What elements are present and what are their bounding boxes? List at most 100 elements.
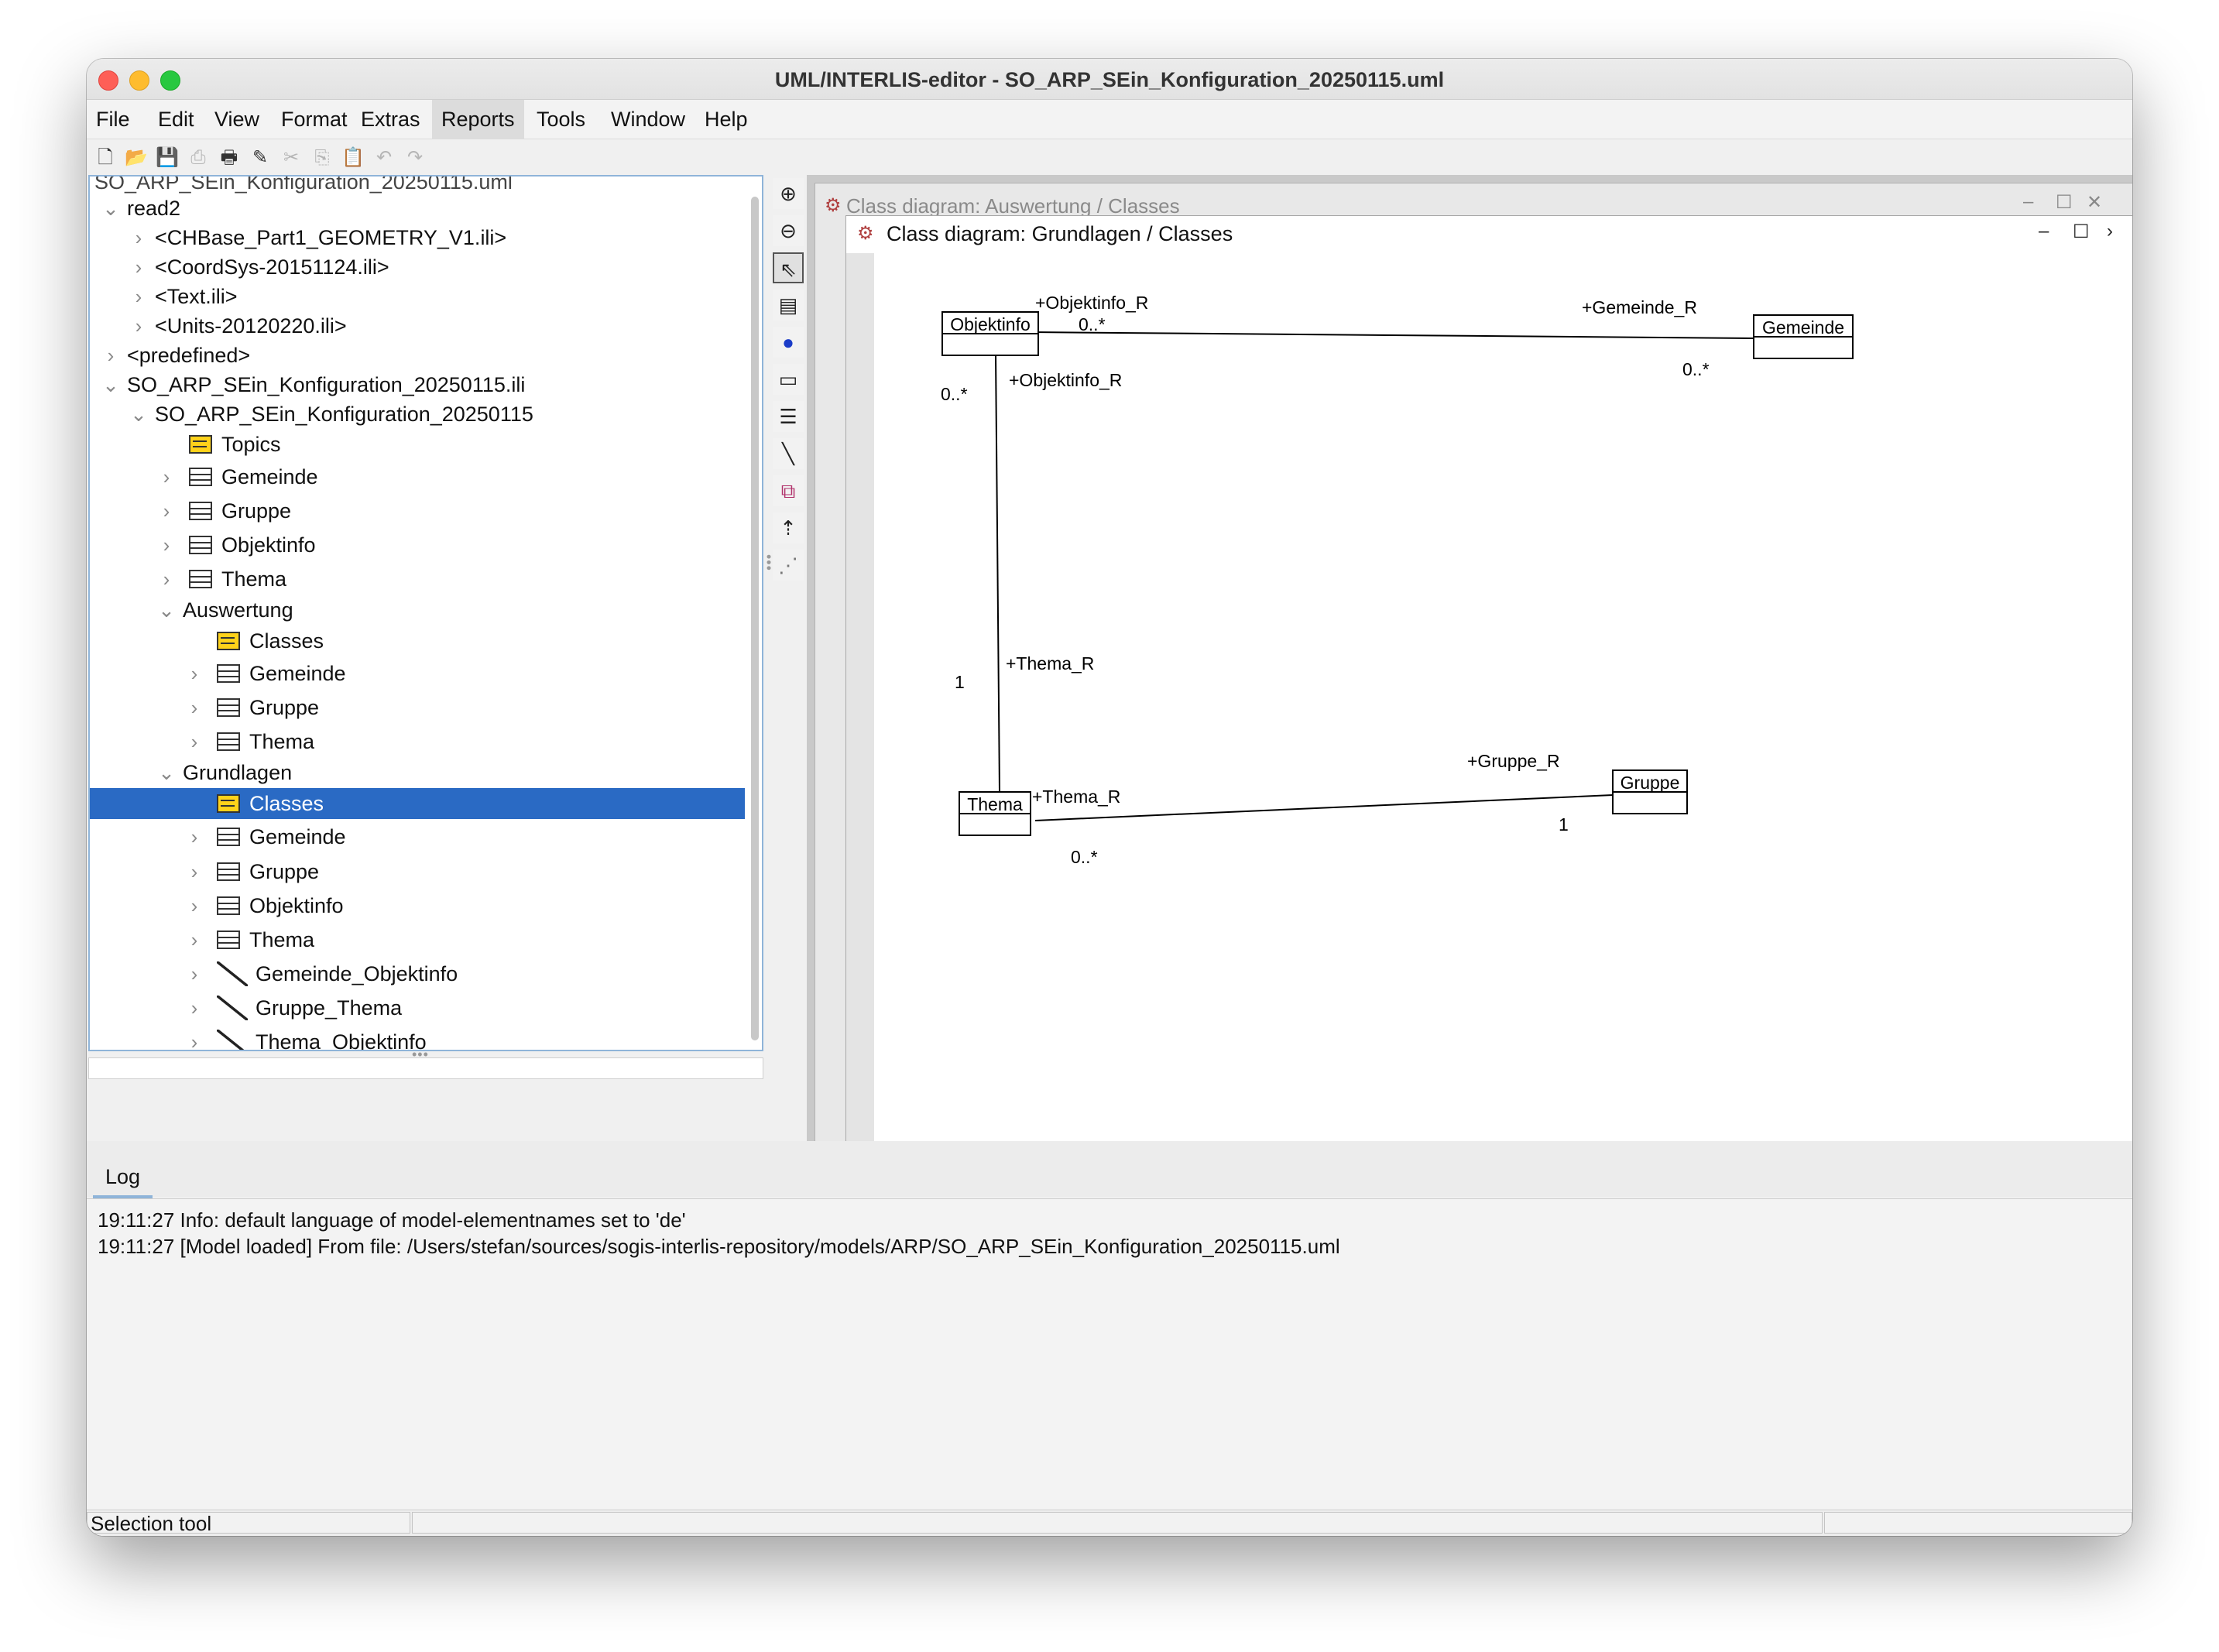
save-all-icon[interactable]: ⎙ <box>186 146 211 170</box>
chevron-right-icon[interactable]: › <box>186 691 203 725</box>
chevron-right-icon[interactable]: › <box>186 991 203 1025</box>
tree-item[interactable]: ⌄ read2 <box>90 194 745 223</box>
print-icon[interactable]: 🖶 <box>217 146 242 170</box>
tree-item[interactable]: › Objektinfo <box>90 528 745 562</box>
chevron-right-icon[interactable]: › <box>158 460 175 494</box>
chevron-right-icon[interactable]: › <box>102 341 119 370</box>
assoc-thema-objektinfo[interactable] <box>995 353 1000 793</box>
tree-item[interactable]: ⌄ Grundlagen <box>90 757 745 788</box>
tree-item[interactable]: › <CoordSys-20151124.ili> <box>90 252 745 282</box>
multiplicity-label[interactable]: 1 <box>955 672 965 692</box>
tree-item[interactable]: › Gruppe_Thema <box>90 991 745 1025</box>
vertical-splitter-grip[interactable]: ••• <box>760 554 777 571</box>
tab-log[interactable]: Log <box>93 1161 153 1198</box>
diagram-frame-grundlagen[interactable]: ⚙ Class diagram: Grundlagen / Classes – … <box>845 215 2132 1143</box>
multiplicity-label[interactable]: 0..* <box>941 384 968 404</box>
chevron-down-icon[interactable]: ⌄ <box>158 757 175 788</box>
menu-file[interactable]: File <box>87 100 139 139</box>
multiplicity-label[interactable]: 0..* <box>1079 314 1106 334</box>
zoom-out-icon[interactable]: ⊖ <box>773 215 804 246</box>
redo-icon[interactable]: ↷ <box>403 146 427 170</box>
composite-icon[interactable]: ⧉ <box>773 475 804 506</box>
enumeration-icon[interactable]: ☰ <box>773 401 804 432</box>
tree-item[interactable]: ⌄ SO_ARP_SEin_Konfiguration_20250115 <box>90 399 745 429</box>
tree-item[interactable]: › Gruppe <box>90 691 745 725</box>
frame-maximize-icon[interactable]: ☐ <box>2056 191 2073 214</box>
selection-arrow-icon[interactable]: ⇖ <box>773 252 804 283</box>
multiplicity-label[interactable]: 0..* <box>1682 359 1710 379</box>
multiplicity-label[interactable]: 1 <box>1559 814 1569 835</box>
role-label[interactable]: +Objektinfo_R <box>1035 293 1148 313</box>
association-line-icon[interactable]: ╲ <box>773 438 804 469</box>
dependency-icon[interactable]: ⋰ <box>773 550 804 581</box>
tree-scrollbar[interactable] <box>751 197 759 1040</box>
chevron-right-icon[interactable]: › <box>158 528 175 562</box>
chevron-right-icon[interactable]: › <box>186 725 203 759</box>
tree-item[interactable]: › Gruppe <box>90 855 745 889</box>
class-box-thema[interactable]: Thema <box>959 791 1031 836</box>
diagram-canvas[interactable]: Objektinfo Gemeinde Thema Gruppe +Objekt… <box>846 253 2132 1142</box>
tree-item[interactable]: › <CHBase_Part1_GEOMETRY_V1.ili> <box>90 223 745 252</box>
inheritance-icon[interactable]: ⇡ <box>773 512 804 543</box>
chevron-right-icon[interactable]: › <box>130 252 147 282</box>
multiplicity-label[interactable]: 0..* <box>1071 847 1098 867</box>
note-icon[interactable]: ▤ <box>773 290 804 320</box>
chevron-down-icon[interactable]: ⌄ <box>102 194 119 223</box>
cut-icon[interactable]: ✂ <box>279 146 304 170</box>
frame-minimize-icon[interactable]: – <box>2039 221 2049 242</box>
role-label[interactable]: +Gemeinde_R <box>1582 297 1697 317</box>
tree-item[interactable]: › Objektinfo <box>90 889 745 923</box>
frame-close-icon[interactable]: › <box>2107 221 2113 242</box>
class-box-gemeinde[interactable]: Gemeinde <box>1753 314 1854 359</box>
tree-item[interactable]: › <predefined> <box>90 341 745 370</box>
chevron-right-icon[interactable]: › <box>186 889 203 923</box>
save-icon[interactable]: 💾 <box>155 146 180 170</box>
menu-window[interactable]: Window <box>602 100 695 139</box>
copy-icon[interactable]: ⎘ <box>310 146 334 170</box>
tree-item[interactable]: › Gemeinde <box>90 821 745 853</box>
menu-view[interactable]: View <box>205 100 269 139</box>
tree-item[interactable]: › Thema <box>90 923 745 957</box>
tree-item[interactable]: ⌄ Auswertung <box>90 595 745 625</box>
chevron-right-icon[interactable]: › <box>130 223 147 252</box>
tree-item[interactable]: › <Text.ili> <box>90 282 745 311</box>
tree-item[interactable]: › Gemeinde_Objektinfo <box>90 957 745 991</box>
tree-item[interactable]: › Gemeinde <box>90 656 745 691</box>
menu-extras[interactable]: Extras <box>352 100 430 139</box>
chevron-right-icon[interactable]: › <box>186 855 203 889</box>
role-label[interactable]: +Objektinfo_R <box>1009 370 1122 390</box>
chevron-right-icon[interactable]: › <box>130 282 147 311</box>
chevron-right-icon[interactable]: › <box>186 1025 203 1050</box>
class-box-objektinfo[interactable]: Objektinfo <box>941 311 1039 356</box>
chevron-right-icon[interactable]: › <box>186 923 203 957</box>
chevron-right-icon[interactable]: › <box>158 562 175 596</box>
tree-item[interactable]: Classes <box>90 788 745 819</box>
tree-item[interactable]: › Thema <box>90 725 745 759</box>
tree-item[interactable]: Topics <box>90 429 745 460</box>
uml-diagram-svg[interactable]: Objektinfo Gemeinde Thema Gruppe +Objekt… <box>846 253 2132 1142</box>
chevron-right-icon[interactable]: › <box>186 957 203 991</box>
tree-item[interactable]: › <Units-20120220.ili> <box>90 311 745 341</box>
menu-reports[interactable]: Reports <box>432 100 524 139</box>
open-icon[interactable]: 📂 <box>124 146 149 170</box>
new-file-icon[interactable]: 🗋 <box>93 146 118 170</box>
frame-close-icon[interactable]: ✕ <box>2087 191 2102 214</box>
model-tree[interactable]: SO_ARP_SEin_Konfiguration_20250115.uml ⌄… <box>88 175 763 1051</box>
role-label[interactable]: +Gruppe_R <box>1467 751 1560 771</box>
class-tool-icon[interactable]: ▭ <box>773 364 804 395</box>
assoc-gruppe-thema[interactable] <box>1034 794 1614 821</box>
menu-format[interactable]: Format <box>272 100 357 139</box>
role-label[interactable]: +Thema_R <box>1006 653 1094 673</box>
menu-edit[interactable]: Edit <box>149 100 204 139</box>
chevron-right-icon[interactable]: › <box>158 494 175 528</box>
assoc-gemeinde-objektinfo[interactable] <box>1030 331 1754 339</box>
chevron-down-icon[interactable]: ⌄ <box>130 399 147 429</box>
class-box-gruppe[interactable]: Gruppe <box>1612 769 1688 814</box>
tree-filter-field[interactable] <box>88 1057 763 1079</box>
log-panel[interactable]: 19:11:27 Info: default language of model… <box>87 1198 2132 1536</box>
tree-item[interactable]: Classes <box>90 625 745 656</box>
tree-item[interactable]: › Gruppe <box>90 494 745 528</box>
chevron-down-icon[interactable]: ⌄ <box>102 370 119 399</box>
chevron-right-icon[interactable]: › <box>130 311 147 341</box>
chevron-right-icon[interactable]: › <box>186 821 203 853</box>
